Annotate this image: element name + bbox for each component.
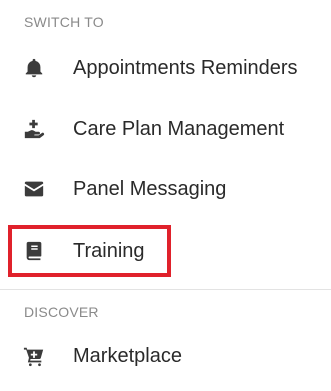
menu-item-label: Panel Messaging <box>73 177 227 200</box>
menu-item-training[interactable]: Training <box>0 221 331 281</box>
discover-header: DISCOVER <box>24 304 99 320</box>
switcher-menu: SWITCH TO Appointments Reminders Care Pl… <box>0 0 331 391</box>
menu-item-care-plan-management[interactable]: Care Plan Management <box>0 99 331 159</box>
section-divider <box>0 289 331 290</box>
menu-item-label: Training <box>73 239 145 262</box>
switch-to-header: SWITCH TO <box>24 14 104 30</box>
envelope-icon <box>22 177 46 201</box>
menu-item-label: Appointments Reminders <box>73 56 298 79</box>
menu-item-marketplace[interactable]: Marketplace <box>0 326 331 386</box>
bell-icon <box>22 56 46 80</box>
book-icon <box>22 239 46 263</box>
cart-plus-icon <box>22 344 46 368</box>
menu-item-panel-messaging[interactable]: Panel Messaging <box>0 159 331 219</box>
menu-item-appointments-reminders[interactable]: Appointments Reminders <box>0 38 331 98</box>
menu-item-label: Care Plan Management <box>73 117 285 140</box>
menu-item-label: Marketplace <box>73 344 182 367</box>
hand-plus-icon <box>22 117 46 141</box>
